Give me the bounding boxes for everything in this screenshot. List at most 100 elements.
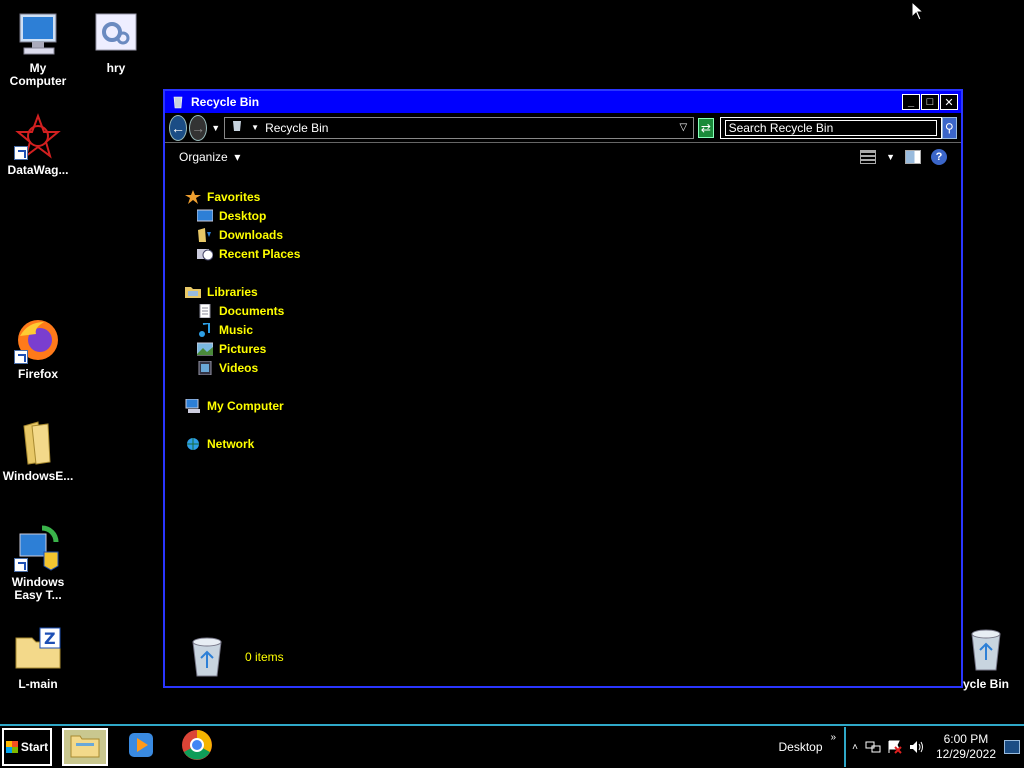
recent-places-icon: [197, 247, 214, 261]
search-icon: ⚲: [944, 120, 954, 135]
desktop-icon-label: My Computer: [9, 61, 67, 88]
nav-my-computer[interactable]: My Computer: [185, 396, 300, 415]
recycle-bin-icon: [231, 120, 243, 135]
nav-pictures[interactable]: Pictures: [185, 339, 300, 358]
refresh-icon: ⇄: [700, 120, 711, 135]
arrow-left-icon: ←: [171, 119, 186, 136]
show-desktop-button[interactable]: [1004, 740, 1020, 754]
action-center-icon[interactable]: [887, 740, 903, 754]
desktop-icon-windows-easy-transfer[interactable]: Windows Easy T...: [0, 524, 76, 602]
search-button[interactable]: ⚲: [941, 116, 957, 139]
desktop-icon: [196, 209, 214, 223]
desktop-icon-label: Windows Easy T...: [11, 575, 65, 602]
help-icon[interactable]: ?: [931, 149, 947, 165]
desktop-icon-windowse[interactable]: WindowsE...: [0, 418, 76, 483]
desktop-icon-label: hry: [106, 61, 126, 75]
recycle-bin-icon: [962, 626, 1010, 674]
status-bar: 0 items: [189, 636, 284, 678]
nav-videos[interactable]: Videos: [185, 358, 300, 377]
firefox-icon: [14, 316, 62, 364]
desktop-icon-label: L-main: [18, 677, 58, 691]
nav-recent-places[interactable]: Recent Places: [185, 244, 300, 263]
nav-libraries[interactable]: Libraries: [185, 282, 300, 301]
navigation-pane: Favorites Desktop Downloads Recent Place…: [185, 187, 300, 472]
system-tray: Desktop » ˄ 6:00 PM 12/29/2022: [779, 726, 1024, 768]
desktop-icon-firefox[interactable]: Firefox: [0, 316, 76, 381]
desktop-icon-datawag[interactable]: DataWag...: [0, 112, 76, 177]
desktop-toolbar[interactable]: Desktop: [779, 740, 823, 754]
search-input[interactable]: [724, 119, 937, 136]
clock[interactable]: 6:00 PM 12/29/2022: [936, 732, 996, 762]
nav-downloads[interactable]: Downloads: [185, 225, 300, 244]
downloads-icon: [197, 227, 213, 242]
computer-icon: [185, 398, 201, 413]
recycle-bin-icon: [189, 636, 225, 678]
clock-date: 12/29/2022: [935, 747, 996, 761]
desktop-icon-label: Firefox: [17, 367, 58, 381]
zip-folder-icon: Z: [14, 626, 62, 674]
back-button[interactable]: ←: [169, 114, 188, 141]
nav-favorites[interactable]: Favorites: [185, 187, 300, 206]
address-bar[interactable]: ▼ Recycle Bin ▽: [224, 116, 695, 139]
computer-icon: [14, 10, 62, 58]
libraries-icon: [185, 285, 201, 299]
shortcut-arrow-icon: [14, 350, 28, 364]
minimize-button[interactable]: _: [902, 94, 920, 110]
forward-button[interactable]: →: [189, 114, 208, 141]
settings-file-icon: [92, 10, 140, 58]
desktop-icon-hry[interactable]: hry: [78, 10, 154, 75]
network-tray-icon[interactable]: [865, 740, 881, 754]
shortcut-arrow-icon: [14, 558, 28, 572]
explorer-window: Recycle Bin _ □ ✕ ← → ▼ ▼ Recycle Bin ▽ …: [163, 89, 963, 688]
desktop-icon-my-computer[interactable]: My Computer: [0, 10, 76, 88]
change-view-icon[interactable]: [860, 150, 877, 164]
window-title: Recycle Bin: [191, 95, 260, 109]
svg-text:Z: Z: [44, 629, 56, 648]
desktop-icon-label: DataWag...: [7, 163, 69, 177]
tray-divider: [844, 727, 847, 767]
videos-icon: [197, 360, 213, 375]
star-icon: [185, 189, 201, 204]
media-player-icon: [127, 731, 155, 764]
organize-menu[interactable]: Organize ▾: [179, 150, 240, 164]
refresh-button[interactable]: ⇄: [698, 117, 714, 138]
volume-icon[interactable]: [909, 740, 925, 754]
toolbar-chevron-icon[interactable]: »: [831, 732, 837, 743]
command-bar: Organize ▾ ▼ ?: [165, 143, 961, 171]
easy-transfer-icon: [14, 524, 62, 572]
taskbar-chrome[interactable]: [174, 728, 220, 766]
mouse-cursor-icon: [911, 0, 925, 26]
clock-time: 6:00 PM: [943, 732, 989, 746]
close-button[interactable]: ✕: [940, 94, 958, 110]
breadcrumb-current[interactable]: Recycle Bin: [265, 121, 328, 135]
desktop-icon-label: WindowsE...: [2, 469, 74, 483]
desktop-icon-l-main[interactable]: Z L-main: [0, 626, 76, 691]
address-row: ← → ▼ ▼ Recycle Bin ▽ ⇄ ⚲: [165, 113, 961, 143]
music-icon: [197, 321, 213, 337]
chrome-icon: [181, 729, 213, 766]
show-hidden-icons-button[interactable]: ˄: [852, 742, 858, 753]
nav-desktop[interactable]: Desktop: [185, 206, 300, 225]
maximize-button[interactable]: □: [921, 94, 939, 110]
nav-documents[interactable]: Documents: [185, 301, 300, 320]
search-box: [719, 116, 942, 139]
documents-icon: [197, 303, 213, 318]
pictures-icon: [196, 342, 214, 356]
address-history-dropdown[interactable]: ▽: [679, 122, 687, 133]
start-button[interactable]: Start: [2, 728, 52, 766]
view-options-dropdown[interactable]: ▼: [886, 152, 895, 162]
shortcut-arrow-icon: [14, 146, 28, 160]
breadcrumb-arrow-icon[interactable]: ▼: [251, 123, 259, 132]
arrow-right-icon: →: [191, 119, 206, 136]
network-icon: [185, 437, 201, 451]
folder-icon: [70, 732, 100, 763]
preview-pane-icon[interactable]: [905, 150, 921, 164]
taskbar-media-player[interactable]: [118, 728, 164, 766]
title-bar[interactable]: Recycle Bin _ □ ✕: [165, 91, 961, 113]
taskbar-explorer[interactable]: [62, 728, 108, 766]
nav-music[interactable]: Music: [185, 320, 300, 339]
taskbar: Start Desktop » ˄ 6:00 PM 12/29/2022: [0, 724, 1024, 768]
nav-network[interactable]: Network: [185, 434, 300, 453]
recycle-bin-icon: [171, 95, 185, 109]
recent-pages-dropdown[interactable]: ▼: [211, 123, 220, 133]
